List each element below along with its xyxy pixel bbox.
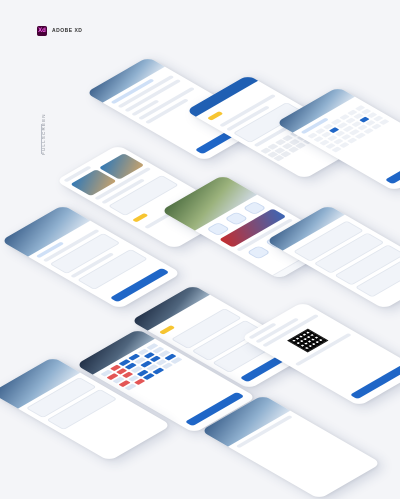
mockup-stage	[0, 0, 400, 499]
save-ticket-button[interactable]	[349, 364, 400, 400]
confirm-button[interactable]	[384, 149, 400, 185]
